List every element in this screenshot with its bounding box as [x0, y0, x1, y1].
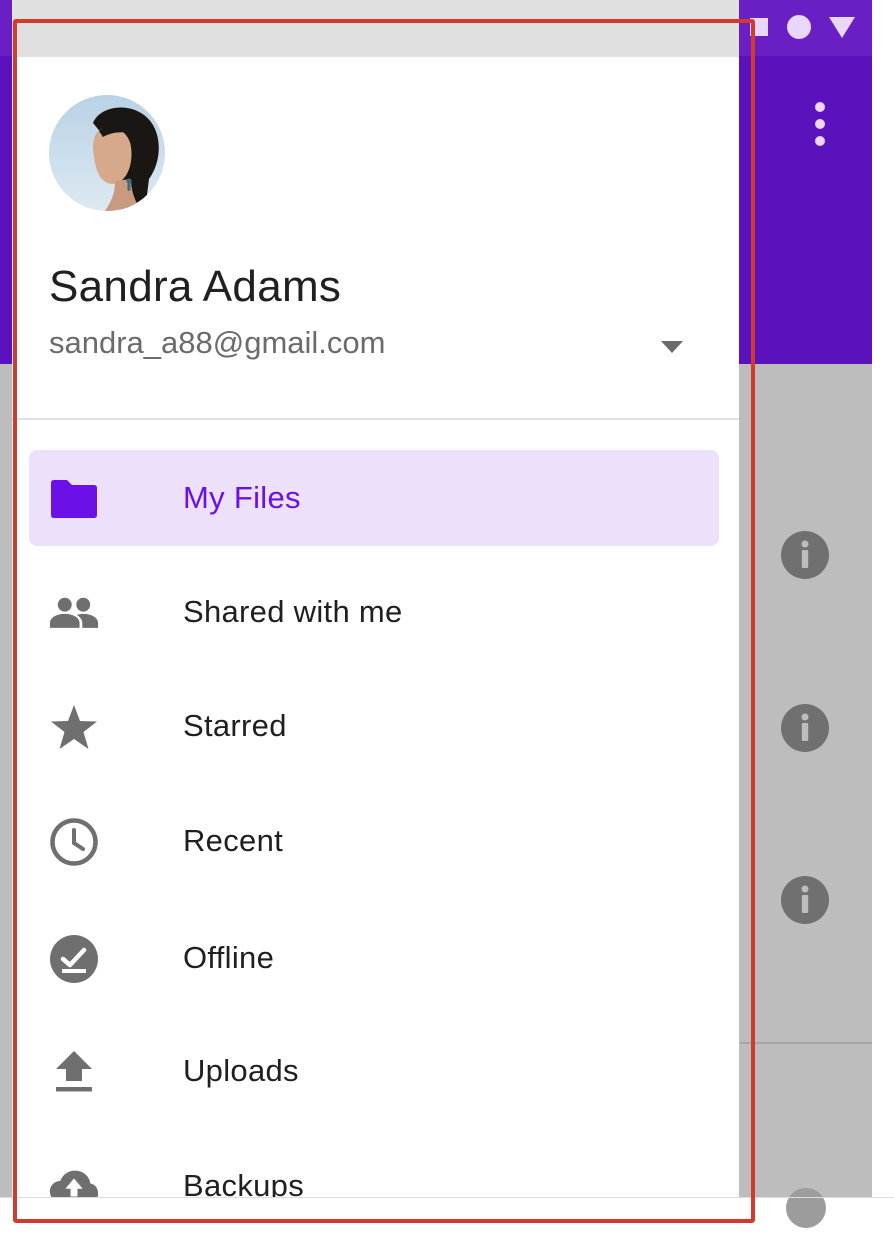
- info-icon[interactable]: [780, 530, 830, 580]
- nav-item-uploads[interactable]: Uploads: [29, 1023, 719, 1119]
- nav-item-label: My Files: [183, 480, 301, 515]
- clock-icon: [49, 817, 99, 867]
- info-icon[interactable]: [780, 703, 830, 753]
- nav-item-label: Offline: [183, 940, 275, 975]
- account-dropdown-icon[interactable]: [657, 337, 687, 357]
- navigation-drawer: Sandra Adams sandra_a88@gmail.com My Fil…: [12, 57, 739, 1198]
- square-status-icon: [750, 18, 768, 36]
- status-icons: [748, 10, 856, 44]
- nav-item-starred[interactable]: Starred: [29, 678, 719, 774]
- nav-item-label: Shared with me: [183, 594, 403, 629]
- nav-item-recent[interactable]: Recent: [29, 793, 719, 889]
- nav-item-offline[interactable]: Offline: [29, 910, 719, 1006]
- drawer-status-strip: [12, 0, 739, 57]
- nav-item-label: Recent: [183, 823, 284, 858]
- cloud-upload-icon: [49, 1162, 99, 1198]
- nav-item-label: Starred: [183, 708, 287, 743]
- people-icon: [49, 588, 99, 638]
- account-name: Sandra Adams: [49, 262, 342, 311]
- nav-item-my-files[interactable]: My Files: [29, 450, 719, 546]
- nav-item-label: Backups: [183, 1168, 304, 1198]
- circle-status-icon: [787, 15, 811, 39]
- more-vert-icon[interactable]: [800, 96, 840, 152]
- star-icon: [49, 702, 99, 752]
- list-divider: [740, 1042, 872, 1044]
- folder-icon: [49, 474, 99, 524]
- header-divider: [12, 418, 739, 420]
- account-email: sandra_a88@gmail.com: [49, 325, 386, 360]
- nav-item-shared-with-me[interactable]: Shared with me: [29, 564, 719, 660]
- avatar[interactable]: [49, 95, 165, 211]
- list-item-peek: [786, 1188, 826, 1228]
- screenshot-bottom-edge: [0, 1197, 894, 1198]
- triangle-status-icon: [829, 17, 855, 38]
- offline-check-icon: [49, 934, 99, 984]
- nav-item-backups[interactable]: Backups: [29, 1138, 719, 1198]
- upload-icon: [49, 1047, 99, 1097]
- info-icon[interactable]: [780, 875, 830, 925]
- nav-item-label: Uploads: [183, 1053, 299, 1088]
